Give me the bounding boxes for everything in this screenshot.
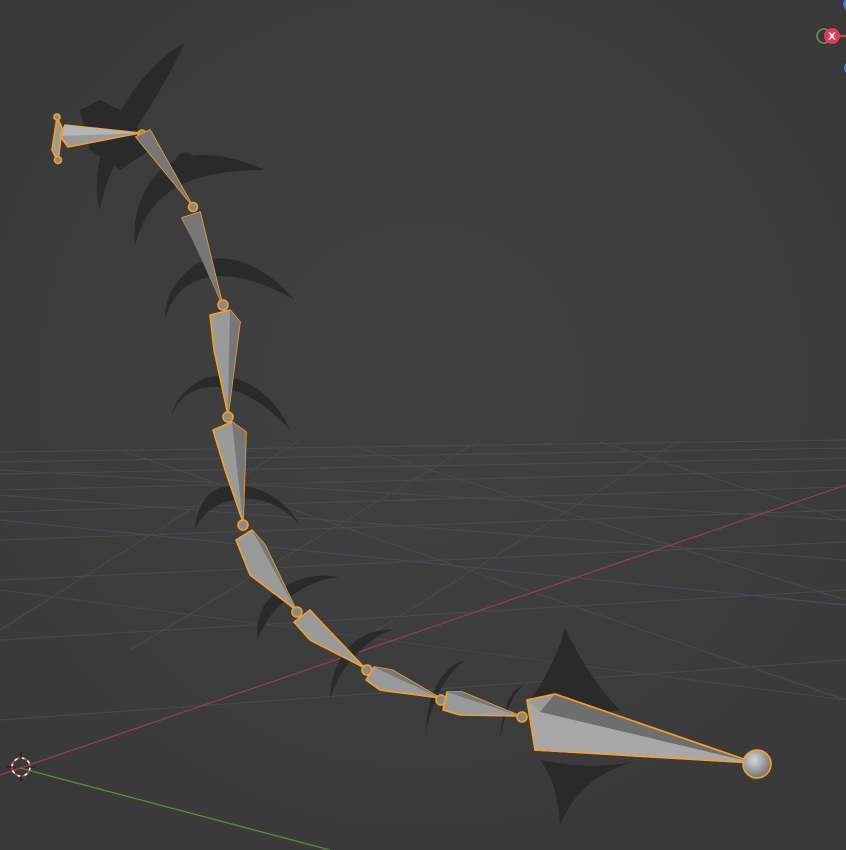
3d-viewport[interactable]: X (0, 0, 846, 850)
gizmo-x-label: X (828, 32, 836, 43)
bone-head-ball[interactable] (742, 749, 772, 779)
